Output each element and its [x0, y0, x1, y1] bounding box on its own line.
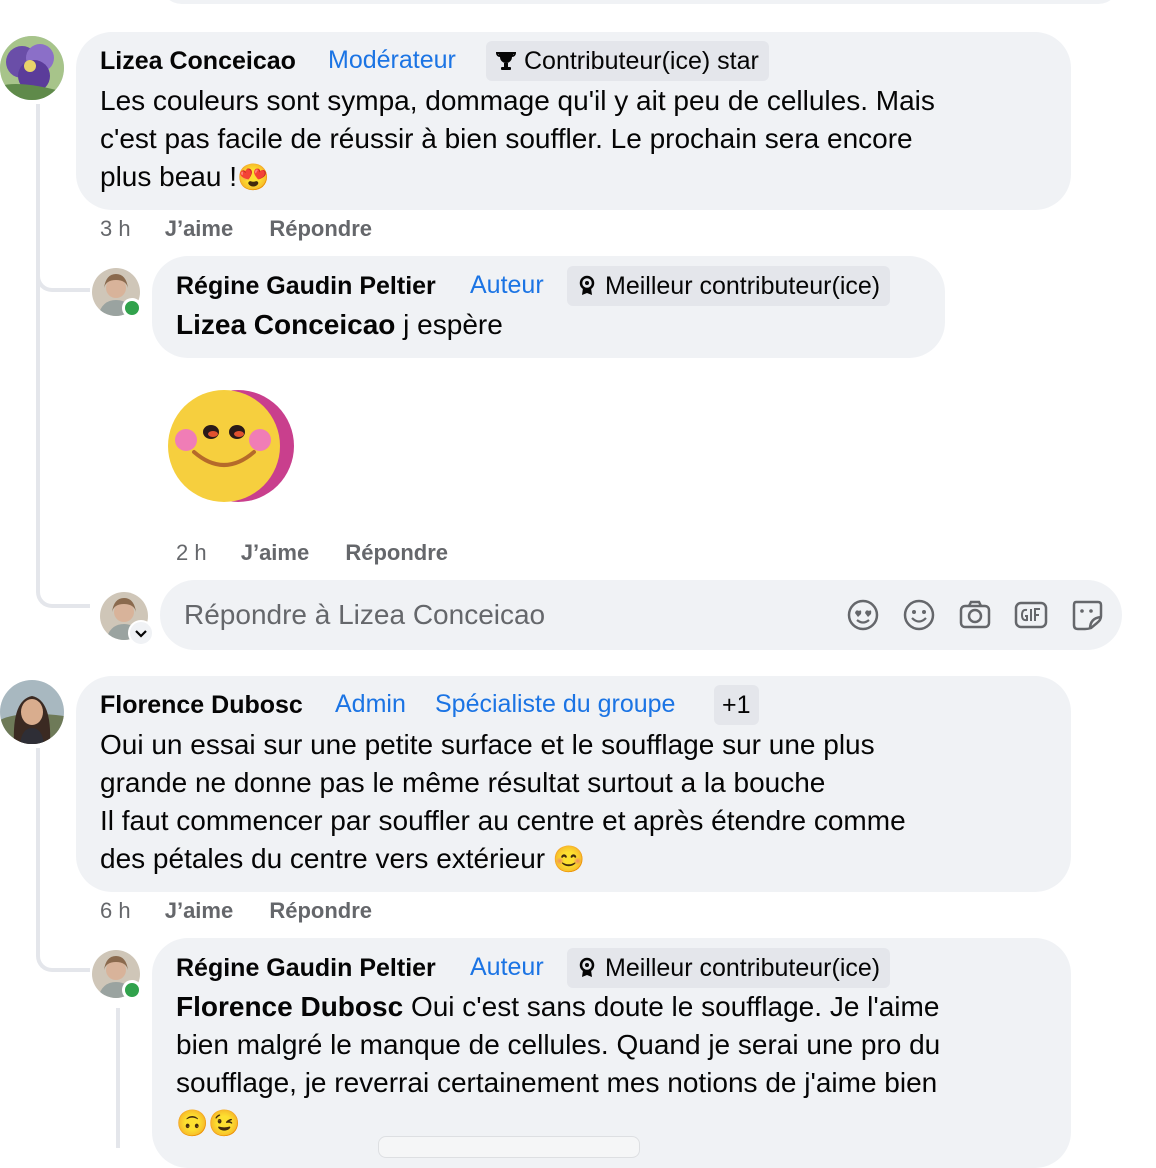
comment-text-line: des pétales du centre vers extérieur 😊: [100, 840, 585, 878]
comment-text: des pétales du centre vers extérieur: [100, 843, 553, 874]
avatar[interactable]: [0, 680, 64, 744]
chevron-down-icon: [135, 630, 147, 638]
comment-actions: 6 h J’aime Répondre: [100, 898, 372, 924]
award-icon: [579, 275, 595, 295]
emoji-line: 🙃😉: [176, 1108, 241, 1138]
comment-author[interactable]: Régine Gaudin Peltier: [176, 954, 436, 983]
comment-text-line: soufflage, je reverrai certainement mes …: [176, 1067, 938, 1098]
comment-time[interactable]: 2 h: [176, 540, 207, 565]
reply-button[interactable]: Répondre: [269, 898, 372, 923]
heart-eyes-emoji: 😍: [237, 162, 270, 192]
reply-button[interactable]: Répondre: [269, 216, 372, 241]
comment-text-line: Les couleurs sont sympa, dommage qu'il y…: [100, 85, 935, 116]
comment-text-line: Florence Dubosc Oui c'est sans doute le …: [176, 988, 939, 1026]
thread-line: [116, 1008, 124, 1148]
comment-actions: 3 h J’aime Répondre: [100, 216, 372, 242]
comment-time[interactable]: 6 h: [100, 898, 131, 923]
badge-label: Meilleur contributeur(ice): [605, 272, 881, 300]
comment-text-line: c'est pas facile de réussir à bien souff…: [100, 123, 913, 154]
badge-label: Meilleur contributeur(ice): [605, 954, 881, 982]
reply-button[interactable]: Répondre: [345, 540, 448, 565]
comment-text-line: Lizea Conceicao j espère: [176, 306, 503, 344]
comment-text-line: Il faut commencer par souffler au centre…: [100, 805, 906, 836]
sticker-icon[interactable]: [1070, 598, 1104, 632]
thread-branch: [36, 258, 90, 292]
avatar[interactable]: [0, 36, 64, 100]
moderator-badge[interactable]: Modérateur: [328, 46, 456, 75]
comment-text-line: Oui un essai sur une petite surface et l…: [100, 729, 875, 760]
camera-icon[interactable]: [958, 598, 992, 632]
previous-comment-bubble-edge: [160, 0, 1120, 4]
smiley-sticker: [166, 390, 296, 505]
comment-author[interactable]: Florence Dubosc: [100, 691, 303, 720]
author-badge[interactable]: Auteur: [470, 953, 544, 982]
online-status-dot: [122, 980, 142, 1000]
online-status-dot: [122, 298, 142, 318]
comment-text-line: bien malgré le manque de cellules. Quand…: [176, 1029, 941, 1060]
admin-badge[interactable]: Admin: [335, 690, 406, 719]
avatar-sticker-icon[interactable]: [846, 598, 880, 632]
top-contributor-badge[interactable]: Meilleur contributeur(ice): [567, 266, 891, 306]
comment-text: plus beau !: [100, 161, 237, 192]
more-badges-button[interactable]: +1: [714, 685, 759, 725]
award-icon: [579, 957, 595, 977]
reply-placeholder: Répondre à Lizea Conceicao: [184, 599, 546, 630]
group-expert-badge[interactable]: Spécialiste du groupe: [435, 690, 675, 719]
mention-link[interactable]: Florence Dubosc: [176, 991, 403, 1022]
comment-text: Oui c'est sans doute le soufflage. Je l'…: [403, 991, 940, 1022]
comment-text: j espère: [395, 309, 503, 340]
profile-switch-chevron[interactable]: [128, 620, 154, 646]
comment-author[interactable]: Lizea Conceicao: [100, 47, 296, 76]
like-button[interactable]: J’aime: [165, 216, 234, 241]
comment-actions: 2 h J’aime Répondre: [176, 540, 448, 566]
gif-icon[interactable]: [1014, 598, 1048, 632]
like-button[interactable]: J’aime: [241, 540, 310, 565]
smiling-emoji: 😊: [552, 844, 586, 874]
comment-time[interactable]: 3 h: [100, 216, 131, 241]
comment-author[interactable]: Régine Gaudin Peltier: [176, 272, 436, 301]
top-contributor-badge[interactable]: Meilleur contributeur(ice): [567, 948, 891, 988]
author-badge[interactable]: Auteur: [470, 271, 544, 300]
comment-text-line: grande ne donne pas le même résultat sur…: [100, 767, 826, 798]
top-contributor-badge[interactable]: Contributeur(ice) star: [486, 41, 769, 81]
like-button[interactable]: J’aime: [165, 898, 234, 923]
trophy-icon: [495, 52, 517, 70]
mention-link[interactable]: Lizea Conceicao: [176, 309, 395, 340]
scroll-overlay-edge: [378, 1136, 640, 1158]
badge-label: Contributeur(ice) star: [524, 47, 759, 75]
comment-text-line: plus beau !😍: [100, 158, 269, 196]
reply-input[interactable]: Répondre à Lizea Conceicao: [160, 580, 1122, 650]
emoji-icon[interactable]: [902, 598, 936, 632]
